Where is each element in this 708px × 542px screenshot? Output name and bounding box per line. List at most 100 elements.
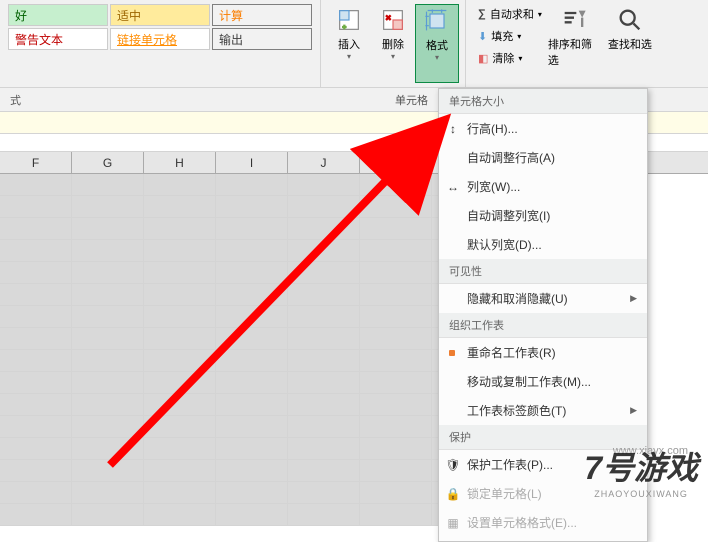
grid-cell[interactable]	[0, 174, 72, 196]
grid-cell[interactable]	[360, 438, 432, 460]
grid-cell[interactable]	[144, 196, 216, 218]
menu-move-copy[interactable]: 移动或复制工作表(M)...	[439, 367, 647, 396]
grid-cell[interactable]	[0, 394, 72, 416]
grid-cell[interactable]	[72, 284, 144, 306]
grid-cell[interactable]	[0, 306, 72, 328]
grid-cell[interactable]	[72, 460, 144, 482]
grid-cell[interactable]	[360, 306, 432, 328]
style-calc[interactable]: 计算	[212, 4, 312, 26]
grid-cell[interactable]	[0, 504, 72, 526]
grid-cell[interactable]	[216, 438, 288, 460]
grid-cell[interactable]	[288, 460, 360, 482]
grid-cell[interactable]	[72, 504, 144, 526]
grid-cell[interactable]	[216, 416, 288, 438]
grid-cell[interactable]	[144, 262, 216, 284]
style-link[interactable]: 链接单元格	[110, 28, 210, 50]
grid-cell[interactable]	[288, 328, 360, 350]
grid-cell[interactable]	[288, 174, 360, 196]
grid-cell[interactable]	[144, 306, 216, 328]
grid-cell[interactable]	[72, 174, 144, 196]
grid-cell[interactable]	[288, 218, 360, 240]
grid-cell[interactable]	[216, 196, 288, 218]
grid-cell[interactable]	[144, 504, 216, 526]
grid-cell[interactable]	[360, 174, 432, 196]
grid-cell[interactable]	[360, 218, 432, 240]
menu-autofit-row[interactable]: 自动调整行高(A)	[439, 143, 647, 172]
grid-cell[interactable]	[288, 350, 360, 372]
grid-cell[interactable]	[144, 350, 216, 372]
grid-cell[interactable]	[360, 196, 432, 218]
grid-cell[interactable]	[360, 328, 432, 350]
column-header[interactable]: J	[288, 152, 360, 173]
delete-button[interactable]: 删除 ▾	[371, 4, 415, 83]
grid-cell[interactable]	[360, 262, 432, 284]
grid-cell[interactable]	[360, 394, 432, 416]
grid-cell[interactable]	[0, 350, 72, 372]
grid-cell[interactable]	[288, 262, 360, 284]
grid-cell[interactable]	[216, 372, 288, 394]
grid-cell[interactable]	[360, 240, 432, 262]
column-header[interactable]: I	[216, 152, 288, 173]
fill-button[interactable]: ⬇ 填充 ▾	[474, 26, 546, 46]
grid-cell[interactable]	[144, 284, 216, 306]
menu-hide-unhide[interactable]: 隐藏和取消隐藏(U) ▶	[439, 284, 647, 313]
grid-cell[interactable]	[360, 284, 432, 306]
grid-cell[interactable]	[72, 482, 144, 504]
grid-cell[interactable]	[144, 174, 216, 196]
menu-default-width[interactable]: 默认列宽(D)...	[439, 230, 647, 259]
find-select-button[interactable]: 查找和选	[602, 4, 658, 83]
grid-cell[interactable]	[288, 394, 360, 416]
grid-cell[interactable]	[0, 262, 72, 284]
grid-cell[interactable]	[288, 306, 360, 328]
grid-cell[interactable]	[72, 218, 144, 240]
grid-cell[interactable]	[216, 306, 288, 328]
grid-cell[interactable]	[216, 350, 288, 372]
grid-cell[interactable]	[288, 504, 360, 526]
style-output[interactable]: 输出	[212, 28, 312, 50]
column-header[interactable]: H	[144, 152, 216, 173]
style-good[interactable]: 好	[8, 4, 108, 26]
grid-cell[interactable]	[72, 394, 144, 416]
grid-cell[interactable]	[144, 416, 216, 438]
menu-lock-cell[interactable]: 🔒 锁定单元格(L)	[439, 479, 647, 508]
menu-row-height[interactable]: ↕ 行高(H)...	[439, 114, 647, 143]
grid-cell[interactable]	[72, 262, 144, 284]
grid-cell[interactable]	[72, 328, 144, 350]
grid-cell[interactable]	[360, 416, 432, 438]
grid-cell[interactable]	[144, 438, 216, 460]
grid-cell[interactable]	[0, 284, 72, 306]
grid-cell[interactable]	[144, 240, 216, 262]
menu-col-width[interactable]: ↔ 列宽(W)...	[439, 172, 647, 201]
grid-cell[interactable]	[0, 240, 72, 262]
clear-button[interactable]: ◧ 清除 ▾	[474, 48, 546, 68]
grid-cell[interactable]	[288, 416, 360, 438]
grid-cell[interactable]	[72, 372, 144, 394]
sort-filter-button[interactable]: 排序和筛选	[546, 4, 602, 83]
grid-cell[interactable]	[72, 350, 144, 372]
grid-cell[interactable]	[216, 460, 288, 482]
menu-format-cells[interactable]: ▦ 设置单元格格式(E)...	[439, 508, 647, 537]
grid-cell[interactable]	[288, 482, 360, 504]
grid-cell[interactable]	[216, 262, 288, 284]
grid-cell[interactable]	[72, 196, 144, 218]
grid-cell[interactable]	[360, 350, 432, 372]
grid-cell[interactable]	[72, 438, 144, 460]
grid-cell[interactable]	[216, 504, 288, 526]
grid-cell[interactable]	[0, 196, 72, 218]
grid-cell[interactable]	[0, 460, 72, 482]
column-header[interactable]: F	[0, 152, 72, 173]
grid-cell[interactable]	[216, 284, 288, 306]
grid-cell[interactable]	[288, 196, 360, 218]
menu-rename-sheet[interactable]: 重命名工作表(R)	[439, 338, 647, 367]
grid-cell[interactable]	[0, 372, 72, 394]
grid-cell[interactable]	[144, 394, 216, 416]
grid-cell[interactable]	[144, 482, 216, 504]
grid-cell[interactable]	[360, 482, 432, 504]
grid-cell[interactable]	[216, 174, 288, 196]
menu-tab-color[interactable]: 工作表标签颜色(T) ▶	[439, 396, 647, 425]
menu-autofit-col[interactable]: 自动调整列宽(I)	[439, 201, 647, 230]
grid-cell[interactable]	[144, 328, 216, 350]
grid-cell[interactable]	[288, 240, 360, 262]
grid-cell[interactable]	[0, 482, 72, 504]
grid-cell[interactable]	[216, 328, 288, 350]
